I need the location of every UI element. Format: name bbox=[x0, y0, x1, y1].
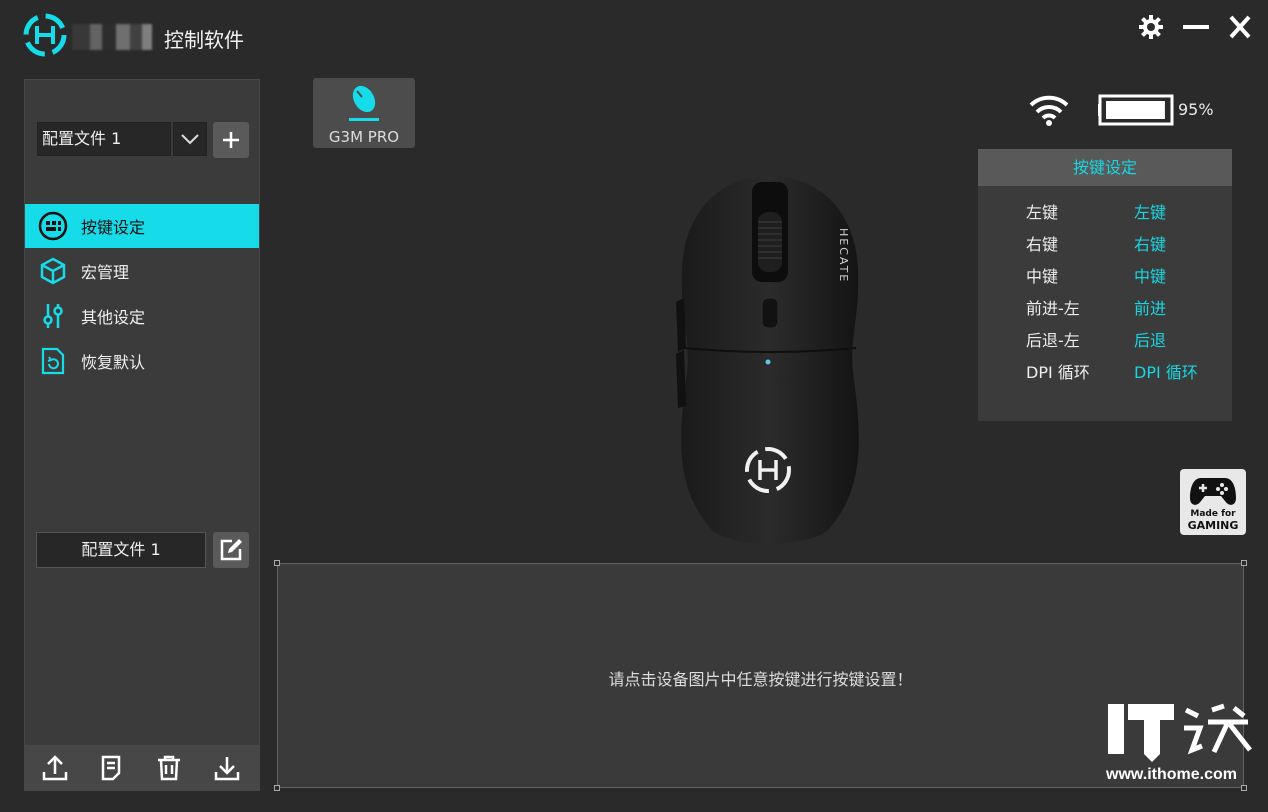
nav-label: 其他设定 bbox=[81, 308, 146, 327]
app-logo bbox=[22, 12, 68, 58]
download-icon[interactable] bbox=[212, 753, 242, 783]
mouse-icon bbox=[345, 82, 383, 128]
close-icon[interactable] bbox=[1225, 12, 1255, 42]
mouse-image[interactable]: HECATE bbox=[668, 170, 872, 556]
device-tile[interactable]: G3M PRO bbox=[313, 78, 415, 148]
battery-percent: 95% bbox=[1178, 100, 1214, 119]
upload-icon[interactable] bbox=[40, 753, 70, 783]
key-value: 右键 bbox=[1134, 235, 1167, 254]
key-name: 右键 bbox=[1026, 235, 1059, 254]
profile-name-field[interactable]: 配置文件 1 bbox=[36, 532, 206, 568]
key-name: 前进-左 bbox=[1026, 299, 1080, 318]
key-name: 后退-左 bbox=[1026, 331, 1080, 350]
badge-line1: Made for bbox=[1190, 509, 1236, 519]
restore-icon bbox=[38, 346, 68, 376]
nav-item-key-settings[interactable]: 按键设定 bbox=[25, 204, 259, 248]
key-row[interactable]: 右键 右键 bbox=[1026, 231, 1226, 263]
key-value: DPI 循环 bbox=[1134, 363, 1198, 382]
edit-profile-button[interactable] bbox=[213, 532, 249, 568]
key-value: 左键 bbox=[1134, 203, 1167, 222]
resize-handle bbox=[274, 785, 280, 791]
key-row[interactable]: 中键 中键 bbox=[1026, 263, 1226, 295]
trash-icon[interactable] bbox=[154, 753, 184, 783]
chevron-down-icon[interactable] bbox=[173, 122, 207, 156]
key-value: 后退 bbox=[1134, 331, 1167, 350]
keypad-icon bbox=[38, 211, 68, 241]
app-title: 控制软件 bbox=[164, 28, 244, 52]
edit-icon bbox=[220, 539, 242, 561]
battery-icon bbox=[1098, 94, 1176, 130]
resize-handle bbox=[1241, 560, 1247, 566]
gear-icon[interactable] bbox=[1136, 12, 1166, 42]
minimize-icon[interactable] bbox=[1181, 12, 1211, 42]
blurred-brand-name bbox=[72, 24, 152, 50]
info-message: 请点击设备图片中任意按键进行按键设置！ bbox=[608, 670, 913, 689]
nav-label: 宏管理 bbox=[81, 263, 130, 282]
key-name: 中键 bbox=[1026, 267, 1059, 286]
sidebar: 配置文件 1 按键设定 宏管理 其他设定 恢复默认 配置文件 1 bbox=[24, 79, 260, 791]
device-name: G3M PRO bbox=[328, 128, 400, 146]
nav-label: 恢复默认 bbox=[81, 353, 146, 372]
document-icon[interactable] bbox=[96, 753, 126, 783]
key-settings-panel: 按键设定 左键 左键 右键 右键 中键 中键 前进-左 前进 后退-左 后退 D… bbox=[978, 149, 1232, 421]
wifi-icon bbox=[1027, 93, 1071, 131]
sidebar-footer bbox=[25, 745, 259, 791]
key-value: 中键 bbox=[1134, 267, 1167, 286]
sliders-icon bbox=[38, 301, 68, 331]
badge-line2: GAMING bbox=[1187, 519, 1239, 532]
profile-select[interactable]: 配置文件 1 bbox=[37, 122, 171, 156]
gamepad-icon bbox=[1189, 474, 1237, 512]
key-name: 左键 bbox=[1026, 203, 1059, 222]
plus-icon bbox=[223, 132, 239, 148]
made-for-gaming-badge: Made for GAMING bbox=[1180, 469, 1246, 535]
cube-icon bbox=[38, 256, 68, 286]
key-config-area: 请点击设备图片中任意按键进行按键设置！ bbox=[277, 563, 1244, 788]
nav-item-restore-default[interactable]: 恢复默认 bbox=[25, 339, 259, 383]
mouse-brand-text: HECATE bbox=[837, 228, 850, 283]
nav-item-other-settings[interactable]: 其他设定 bbox=[25, 294, 259, 338]
key-panel-title: 按键设定 bbox=[978, 149, 1232, 186]
nav-item-macro[interactable]: 宏管理 bbox=[25, 249, 259, 293]
key-row[interactable]: 前进-左 前进 bbox=[1026, 295, 1226, 327]
key-value: 前进 bbox=[1134, 299, 1167, 318]
resize-handle bbox=[274, 560, 280, 566]
watermark-url: www.ithome.com bbox=[1106, 766, 1237, 783]
key-row[interactable]: 左键 左键 bbox=[1026, 199, 1226, 231]
nav-label: 按键设定 bbox=[81, 218, 146, 237]
key-name: DPI 循环 bbox=[1026, 363, 1090, 382]
key-row[interactable]: 后退-左 后退 bbox=[1026, 327, 1226, 359]
key-row[interactable]: DPI 循环 DPI 循环 bbox=[1026, 359, 1226, 391]
add-profile-button[interactable] bbox=[213, 122, 249, 158]
